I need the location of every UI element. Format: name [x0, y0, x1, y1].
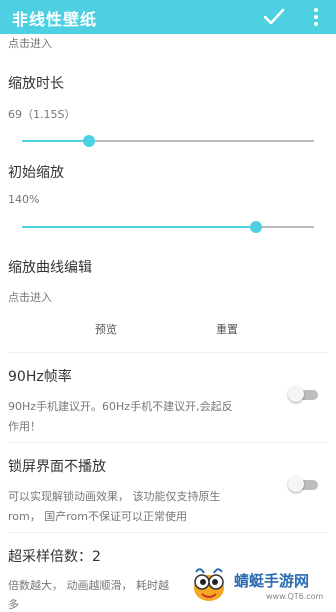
watermark: 蜻蜓手游网 www.QT6.com	[188, 560, 336, 611]
initial-zoom-title: 初始缩放	[8, 165, 64, 181]
switch-knob	[288, 476, 304, 492]
hz90-desc-line1: 90Hz手机建议开。60Hz手机不建议开,会起反	[8, 400, 233, 413]
lock-screen-desc-line2: rom， 国产rom不保证可以正常使用	[8, 510, 187, 523]
zoom-duration-slider[interactable]	[22, 135, 314, 147]
hz90-title: 90Hz帧率	[8, 369, 72, 385]
hz90-desc-line2: 作用！	[8, 420, 41, 433]
more-vert-icon[interactable]	[310, 5, 322, 29]
slider-fill	[22, 140, 90, 142]
lock-screen-title: 锁屏界面不播放	[8, 459, 106, 475]
hz90-switch[interactable]	[288, 386, 320, 404]
zoom-duration-value: 69（1.15S）	[8, 108, 76, 121]
zoom-curve-subtitle[interactable]: 点击进入	[8, 289, 52, 305]
supersampling-title[interactable]: 超采样倍数：2	[8, 546, 101, 566]
dragonfly-logo-icon	[194, 568, 224, 601]
zoom-curve-title[interactable]: 缩放曲线编辑	[8, 257, 92, 277]
zoom-duration-title: 缩放时长	[8, 76, 64, 92]
supersampling-desc-line2: 多	[8, 598, 19, 611]
initial-zoom-slider[interactable]	[22, 221, 314, 233]
slider-fill	[22, 226, 256, 228]
divider	[8, 532, 328, 533]
preview-button[interactable]: 预览	[95, 321, 117, 337]
lock-screen-switch[interactable]	[288, 476, 320, 494]
initial-zoom-value: 140%	[8, 193, 40, 206]
supersampling-desc-line1: 倍数越大， 动画越顺滑， 耗时越	[8, 579, 169, 592]
lock-screen-desc-line1: 可以实现解锁动画效果， 该功能仅支持原生	[8, 490, 221, 503]
app-title: 非线性壁纸	[12, 10, 98, 29]
slider-thumb[interactable]	[249, 221, 262, 233]
watermark-name: 蜻蜓手游网	[234, 572, 310, 590]
slider-thumb[interactable]	[83, 135, 96, 147]
divider	[8, 442, 328, 443]
divider	[8, 352, 328, 353]
watermark-url: www.QT6.com	[266, 592, 324, 601]
switch-knob	[288, 386, 304, 402]
top-item-subtitle: 点击进入	[8, 37, 52, 50]
app-bar: 非线性壁纸	[0, 0, 336, 34]
reset-button[interactable]: 重置	[216, 321, 238, 337]
check-icon[interactable]	[263, 2, 285, 30]
